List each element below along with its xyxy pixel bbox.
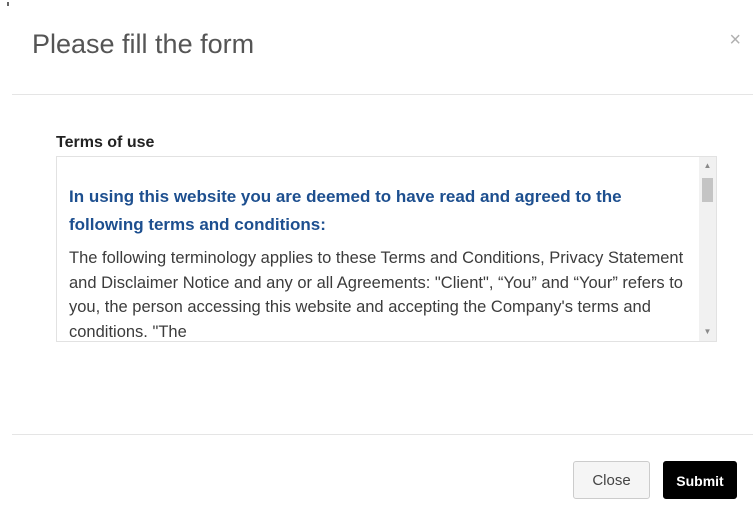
form-modal: Please fill the form × Terms of use In u… (0, 0, 753, 529)
scroll-up-arrow-icon[interactable]: ▲ (699, 159, 716, 173)
header-divider (12, 94, 753, 95)
footer-divider (12, 434, 753, 435)
scroll-thumb[interactable] (702, 178, 713, 202)
scroll-down-arrow-icon[interactable]: ▼ (699, 325, 716, 339)
terms-scrollbar[interactable]: ▲ ▼ (699, 157, 716, 341)
terms-heading: In using this website you are deemed to … (69, 187, 622, 234)
corner-mark (7, 2, 9, 6)
modal-title: Please fill the form (32, 29, 255, 59)
terms-label: Terms of use (56, 134, 155, 151)
terms-scroll-box[interactable]: In using this website you are deemed to … (56, 156, 717, 342)
submit-button[interactable]: Submit (663, 461, 737, 499)
terms-content: In using this website you are deemed to … (69, 183, 687, 341)
close-icon[interactable]: × (729, 30, 741, 50)
close-button[interactable]: Close (573, 461, 650, 499)
terms-body: The following terminology applies to the… (69, 249, 684, 341)
